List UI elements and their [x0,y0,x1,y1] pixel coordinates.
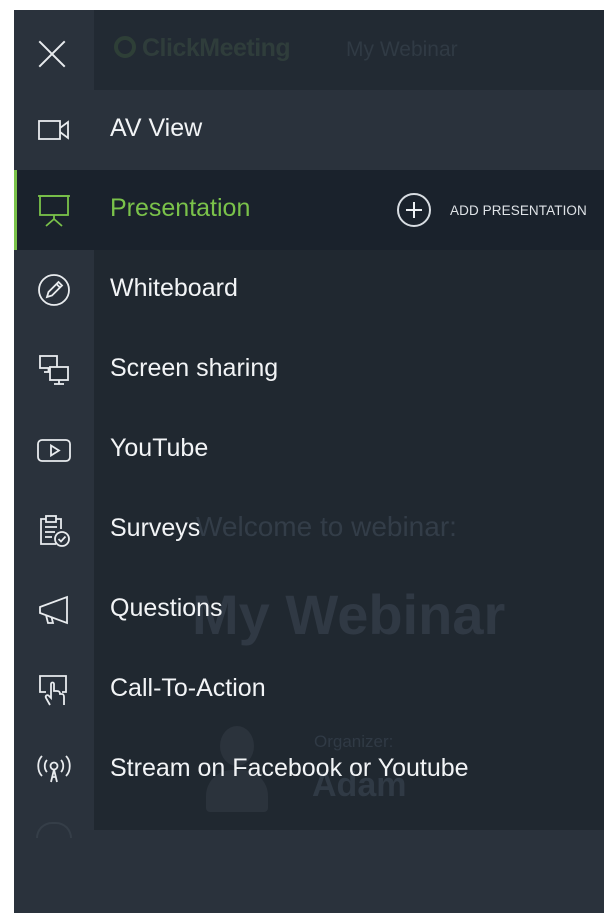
menu-item-youtube[interactable]: YouTube [14,410,604,490]
close-icon[interactable] [34,36,70,72]
menu-item-label: Surveys [110,514,201,542]
menu-item-label: YouTube [110,434,209,462]
menu-item-label: Presentation [110,194,251,222]
add-presentation-label: ADD PRESENTATION [450,202,587,218]
menu-item-presentation[interactable]: Presentation ADD PRESENTATION [14,170,604,250]
presentation-board-icon [36,192,72,228]
menu-item-questions[interactable]: Questions [14,570,604,650]
menu-item-label: Stream on Facebook or Youtube [110,754,469,782]
hand-pointer-icon [36,672,72,708]
menu-item-av-view[interactable]: AV View [14,90,604,170]
screen-sharing-icon [36,352,72,388]
menu-item-call-to-action[interactable]: Call-To-Action [14,650,604,730]
pencil-circle-icon [36,272,72,308]
active-indicator [14,170,17,250]
menu-item-label: Whiteboard [110,274,238,302]
menu-item-label: Questions [110,594,223,622]
menu-item-surveys[interactable]: Surveys [14,490,604,570]
menu-bottom-area [14,830,604,913]
broadcast-icon [36,752,72,788]
menu-item-whiteboard[interactable]: Whiteboard [14,250,604,330]
plus-circle-icon [397,193,431,227]
video-camera-icon [36,112,72,148]
menu-item-screen-sharing[interactable]: Screen sharing [14,330,604,410]
background-tab: My Webinar [346,38,458,61]
menu-item-label: AV View [110,114,203,142]
menu-item-label: Call-To-Action [110,674,266,702]
add-presentation-button[interactable]: ADD PRESENTATION [397,189,587,231]
megaphone-icon [36,592,72,628]
menu-item-stream[interactable]: Stream on Facebook or Youtube [14,730,604,810]
clipboard-check-icon [36,512,72,548]
app-frame: ClickMeeting My Webinar Welcome to webin… [14,10,604,913]
menu-item-label: Screen sharing [110,354,279,382]
background-logo: ClickMeeting [114,34,291,63]
youtube-play-icon [36,432,72,468]
